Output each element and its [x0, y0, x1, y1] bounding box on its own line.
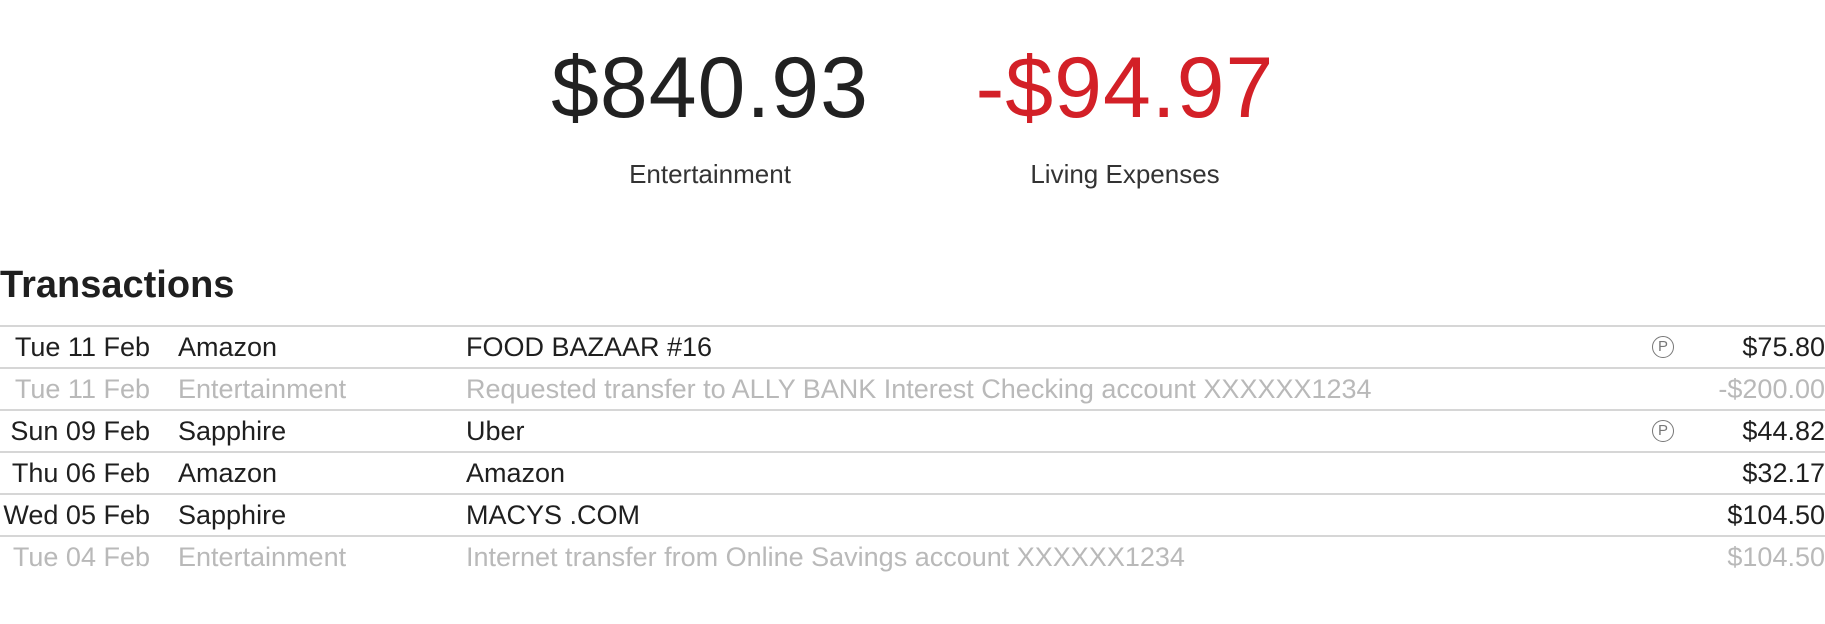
transaction-date: Thu 06 Feb	[11, 458, 150, 488]
transaction-date: Wed 05 Feb	[3, 500, 150, 530]
transaction-account: Amazon	[178, 332, 278, 362]
transaction-description: FOOD BAZAAR #16	[466, 332, 713, 362]
entertainment-label: Entertainment	[629, 159, 791, 189]
summary-header: $840.93 Entertainment -$94.97 Living Exp…	[0, 0, 1825, 200]
transaction-description: Internet transfer from Online Savings ac…	[466, 542, 1185, 572]
transaction-account: Entertainment	[178, 542, 347, 572]
table-row[interactable]: Tue 11 Feb Entertainment Requested trans…	[0, 369, 1825, 411]
table-row[interactable]: Sun 09 Feb Sapphire Uber P $44.82	[0, 411, 1825, 453]
living-expenses-amount: -$94.97	[975, 40, 1275, 136]
table-row[interactable]: Wed 05 Feb Sapphire MACYS .COM $104.50	[0, 495, 1825, 537]
entertainment-stat[interactable]: $840.93 Entertainment	[545, 38, 875, 190]
transaction-date: Tue 11 Feb	[14, 332, 150, 362]
transactions-table: Tue 11 Feb Amazon FOOD BAZAAR #16 P $75.…	[0, 325, 1825, 577]
transaction-description: Requested transfer to ALLY BANK Interest…	[466, 374, 1372, 404]
transaction-description: Amazon	[466, 458, 566, 488]
transaction-description: Uber	[466, 416, 525, 446]
transaction-amount: $104.50	[1727, 542, 1825, 572]
transaction-account: Amazon	[178, 458, 278, 488]
transaction-date: Tue 11 Feb	[14, 374, 150, 404]
transaction-amount: $75.80	[1742, 332, 1825, 362]
transaction-amount: $44.82	[1742, 416, 1825, 446]
transactions-heading: Transactions	[0, 264, 235, 306]
transaction-date: Sun 09 Feb	[10, 416, 150, 446]
entertainment-amount: $840.93	[551, 40, 869, 136]
table-row[interactable]: Thu 06 Feb Amazon Amazon $32.17	[0, 453, 1825, 495]
transaction-date: Tue 04 Feb	[12, 542, 150, 572]
budget-page: $840.93 Entertainment -$94.97 Living Exp…	[0, 0, 1825, 624]
transaction-amount: -$200.00	[1718, 374, 1825, 404]
living-expenses-label: Living Expenses	[1030, 159, 1220, 189]
transaction-amount: $104.50	[1727, 500, 1825, 530]
table-row[interactable]: Tue 11 Feb Amazon FOOD BAZAAR #16 P $75.…	[0, 327, 1825, 369]
transaction-account: Sapphire	[178, 416, 287, 446]
table-row[interactable]: Tue 04 Feb Entertainment Internet transf…	[0, 537, 1825, 577]
transaction-description: MACYS .COM	[466, 500, 641, 530]
transaction-account: Entertainment	[178, 374, 347, 404]
living-expenses-stat[interactable]: -$94.97 Living Expenses	[960, 38, 1290, 190]
transaction-amount: $32.17	[1742, 458, 1825, 488]
transaction-account: Sapphire	[178, 500, 287, 530]
